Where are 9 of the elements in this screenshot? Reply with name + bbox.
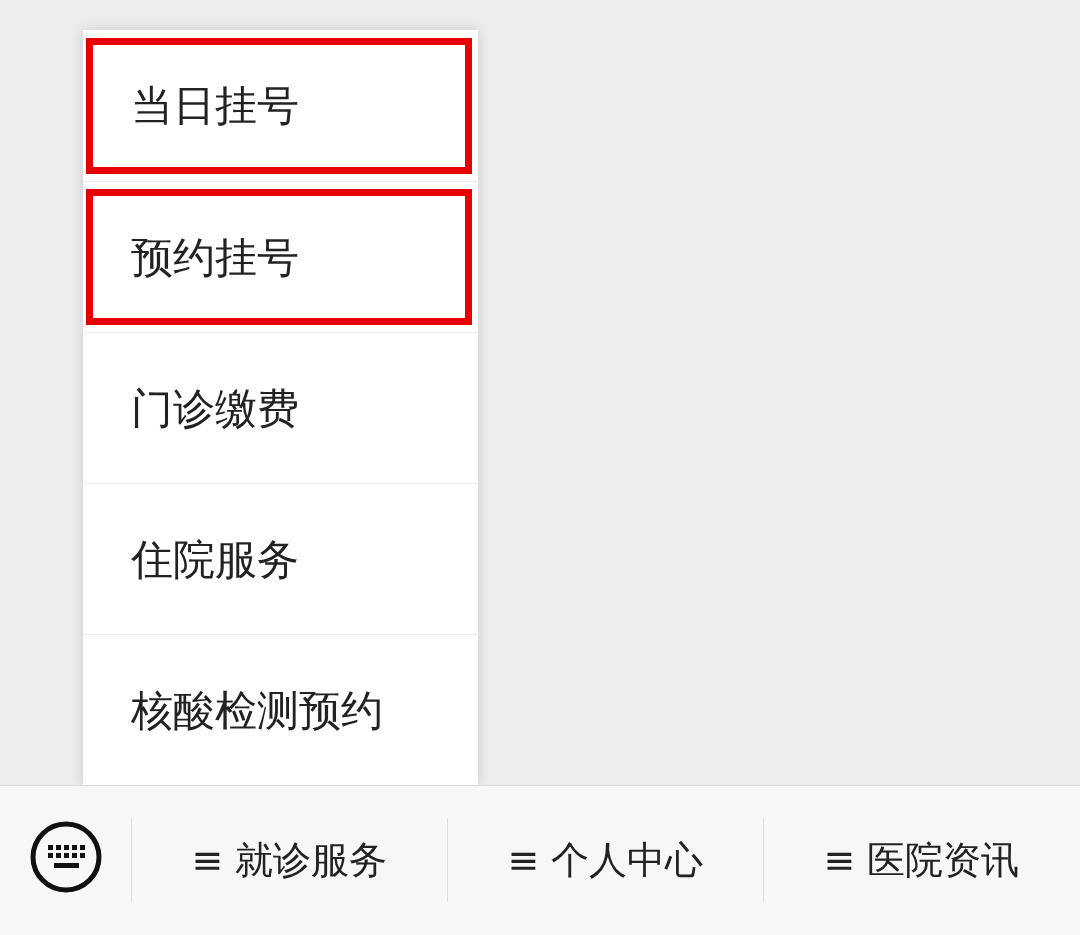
menu-item[interactable]: 门诊缴费 [86,340,472,476]
menu-tab[interactable]: ≡ 医院资讯 [823,831,1020,889]
menu-item[interactable]: 预约挂号 [86,189,472,325]
menu-tab[interactable]: ≡ 个人中心 [507,831,704,889]
menu-item[interactable]: 当日挂号 [86,37,472,174]
menu-item[interactable]: 核酸检测预约 [86,642,472,778]
keyboard-icon[interactable] [29,821,102,893]
menu-item[interactable]: 住院服务 [86,491,472,627]
menu-tab[interactable]: ≡ 就诊服务 [191,831,388,889]
